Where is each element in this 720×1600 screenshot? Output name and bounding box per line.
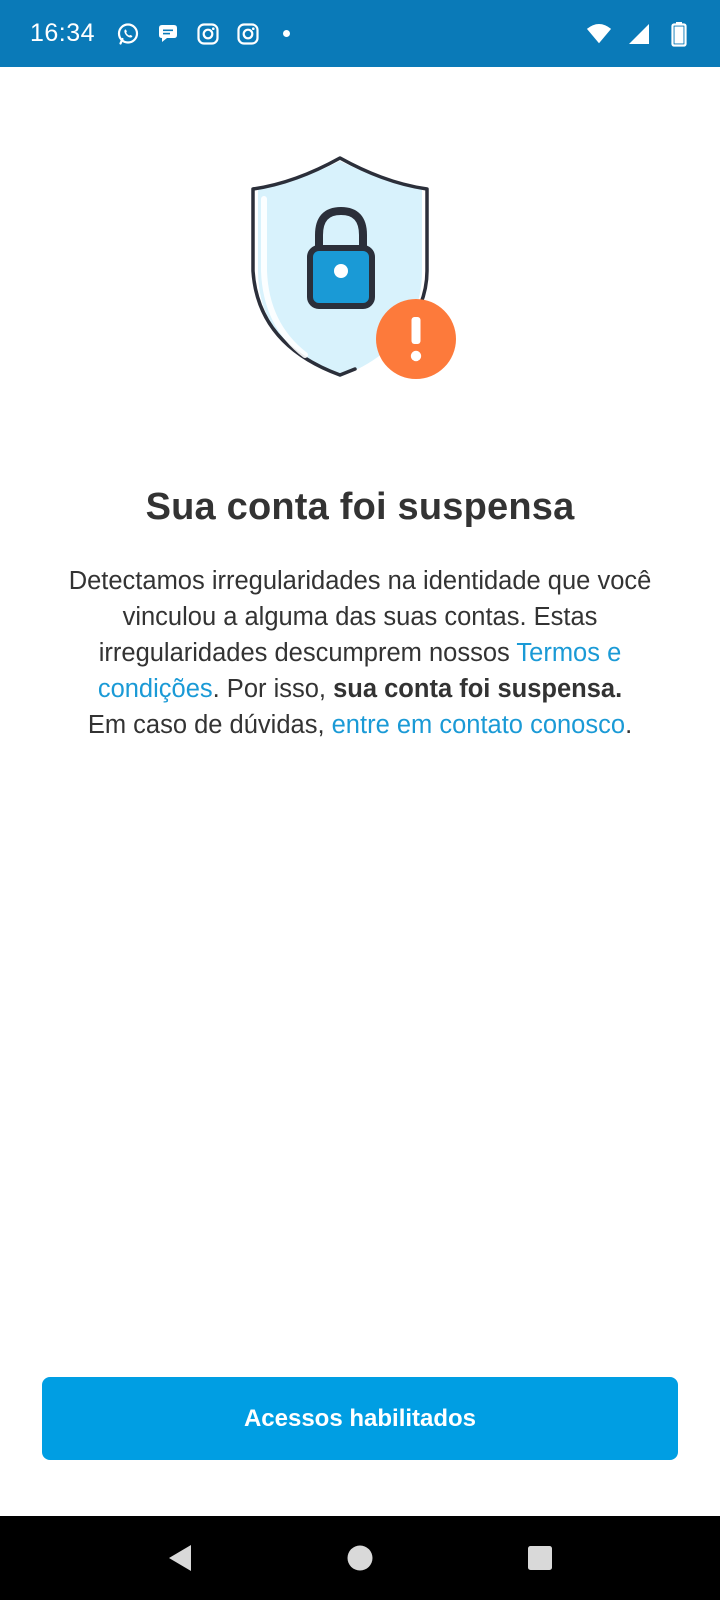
contact-link[interactable]: entre em contato conosco	[332, 711, 625, 739]
page-title: Sua conta foi suspensa	[145, 486, 575, 528]
cellular-signal-icon	[626, 21, 652, 47]
notification-dot	[283, 30, 291, 37]
chat-bubble-icon	[155, 21, 181, 47]
instagram-icon	[235, 21, 261, 47]
alert-badge-icon	[376, 299, 456, 379]
whatsapp-icon	[115, 21, 141, 47]
wifi-icon	[586, 21, 612, 47]
suspended-account-screen: 16:34 Sua conta foi suspensa Detectamos …	[0, 0, 720, 1600]
message-bold-text: sua conta foi suspensa.	[333, 675, 623, 703]
message-text-4: .	[625, 711, 633, 739]
message-text-2: . Por isso,	[212, 675, 334, 703]
status-left: 16:34	[30, 19, 291, 48]
back-icon[interactable]	[160, 1538, 200, 1578]
home-icon[interactable]	[340, 1538, 380, 1578]
recents-icon[interactable]	[520, 1538, 560, 1578]
suspension-message: Detectamos irregularidades na identidade…	[55, 563, 665, 743]
message-text-3: Em caso de dúvidas,	[87, 711, 332, 739]
enabled-accesses-button[interactable]: Acessos habilitados	[42, 1377, 678, 1460]
instagram-icon	[195, 21, 221, 47]
security-illustration	[250, 155, 470, 390]
status-right	[586, 21, 692, 47]
status-bar: 16:34	[0, 0, 720, 67]
battery-icon	[666, 21, 692, 47]
status-time: 16:34	[30, 19, 96, 47]
system-nav-bar	[0, 1516, 720, 1600]
